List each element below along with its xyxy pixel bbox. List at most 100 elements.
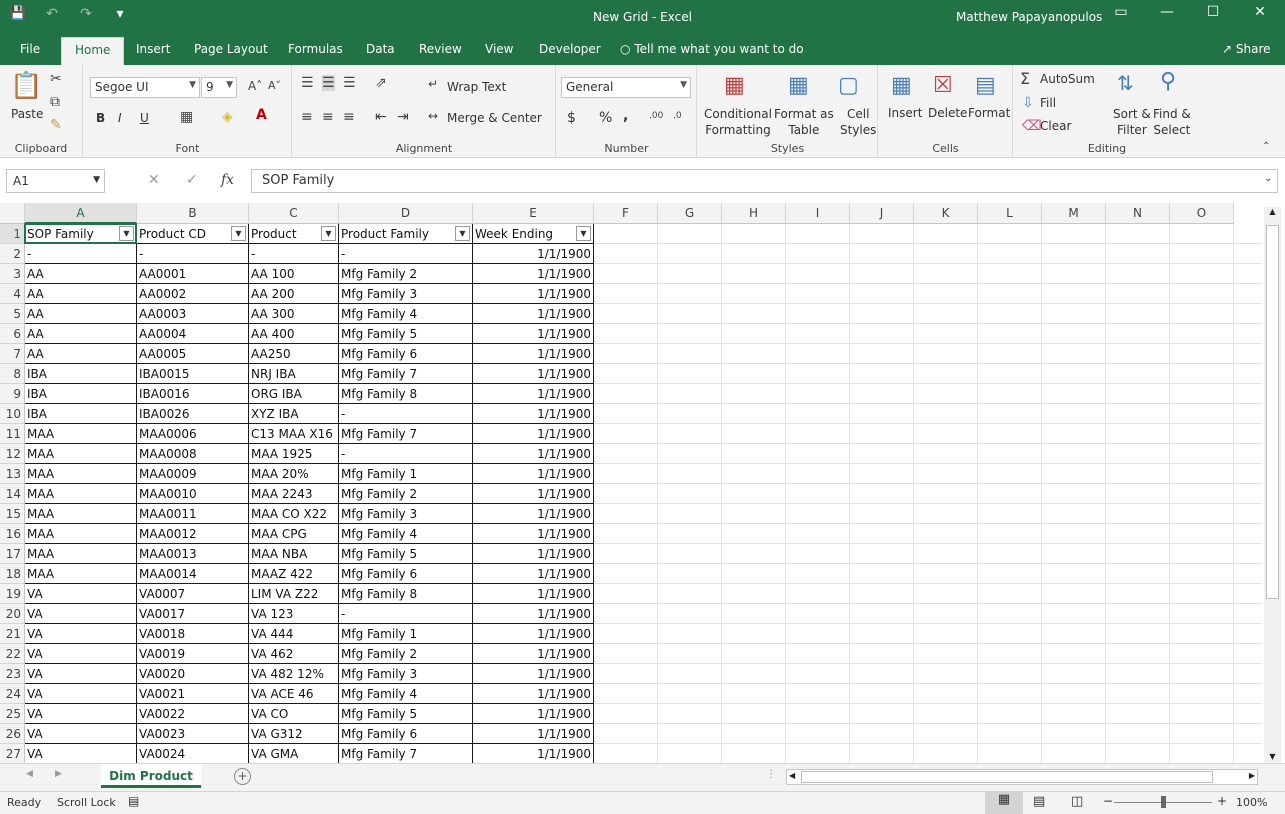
table-cell[interactable]: MAA CO X22: [249, 504, 339, 524]
table-cell[interactable]: VA0023: [137, 724, 249, 744]
table-cell[interactable]: MAA: [25, 544, 137, 564]
table-cell[interactable]: AA: [25, 284, 137, 304]
table-cell[interactable]: 1/1/1900: [473, 564, 594, 584]
table-cell[interactable]: Mfg Family 3: [339, 284, 473, 304]
column-header-a[interactable]: A: [25, 203, 137, 224]
table-cell[interactable]: 1/1/1900: [473, 704, 594, 724]
row-header[interactable]: 23: [0, 664, 25, 684]
table-cell[interactable]: XYZ IBA: [249, 404, 339, 424]
table-cell[interactable]: AA0002: [137, 284, 249, 304]
column-header-o[interactable]: O: [1170, 203, 1234, 224]
tell-me-box[interactable]: ○ Tell me what you want to do: [620, 42, 804, 56]
table-cell[interactable]: VA: [25, 744, 137, 763]
table-cell[interactable]: VA0018: [137, 624, 249, 644]
expand-formula-bar-icon[interactable]: ⌄: [1264, 173, 1272, 184]
table-cell[interactable]: 1/1/1900: [473, 584, 594, 604]
table-cell[interactable]: 1/1/1900: [473, 304, 594, 324]
row-header[interactable]: 8: [0, 364, 25, 384]
table-cell[interactable]: LIM VA Z22: [249, 584, 339, 604]
tab-formulas[interactable]: Formulas: [288, 42, 343, 56]
table-cell[interactable]: AA: [25, 304, 137, 324]
table-cell[interactable]: -: [25, 244, 137, 264]
percent-button[interactable]: %: [599, 110, 612, 126]
table-cell[interactable]: AA: [25, 264, 137, 284]
tab-page-layout[interactable]: Page Layout: [194, 42, 268, 56]
minimize-button[interactable]: —: [1152, 4, 1182, 20]
vertical-scroll-thumb[interactable]: [1266, 225, 1279, 599]
table-cell[interactable]: Mfg Family 1: [339, 464, 473, 484]
table-cell[interactable]: C13 MAA X16: [249, 424, 339, 444]
row-header[interactable]: 14: [0, 484, 25, 504]
horizontal-scroll-thumb[interactable]: [801, 771, 1213, 783]
clear-button[interactable]: Clear: [1040, 119, 1071, 133]
sheet-tab-dim-product[interactable]: Dim Product: [101, 764, 201, 788]
format-as-table-button[interactable]: Format as Table: [774, 106, 834, 138]
table-cell[interactable]: 1/1/1900: [473, 344, 594, 364]
paste-button[interactable]: Paste: [11, 107, 43, 121]
table-header-cell[interactable]: Product ▼: [249, 224, 339, 244]
row-header[interactable]: 19: [0, 584, 25, 604]
tab-review[interactable]: Review: [419, 42, 462, 56]
column-header-d[interactable]: D: [339, 203, 473, 224]
table-cell[interactable]: IBA0015: [137, 364, 249, 384]
table-cell[interactable]: IBA0026: [137, 404, 249, 424]
table-cell[interactable]: VA 482 12%: [249, 664, 339, 684]
table-cell[interactable]: MAA0013: [137, 544, 249, 564]
table-cell[interactable]: -: [339, 444, 473, 464]
table-cell[interactable]: MAA: [25, 524, 137, 544]
column-header-j[interactable]: J: [850, 203, 914, 224]
column-header-h[interactable]: H: [722, 203, 786, 224]
font-size-select[interactable]: 9 ▼: [201, 77, 237, 98]
table-cell[interactable]: 1/1/1900: [473, 664, 594, 684]
enter-formula-icon[interactable]: ✓: [186, 172, 198, 188]
currency-button[interactable]: $: [567, 110, 576, 126]
collapse-ribbon-icon[interactable]: ⌃: [1262, 141, 1270, 152]
table-cell[interactable]: MAA 20%: [249, 464, 339, 484]
row-header[interactable]: 21: [0, 624, 25, 644]
copy-icon[interactable]: ⧉: [50, 94, 60, 110]
table-cell[interactable]: 1/1/1900: [473, 504, 594, 524]
table-cell[interactable]: -: [249, 244, 339, 264]
table-cell[interactable]: ORG IBA: [249, 384, 339, 404]
orientation-icon[interactable]: ⇗: [375, 75, 387, 91]
row-header[interactable]: 25: [0, 704, 25, 724]
table-cell[interactable]: IBA: [25, 404, 137, 424]
row-header[interactable]: 18: [0, 564, 25, 584]
row-header[interactable]: 1: [0, 224, 25, 244]
table-cell[interactable]: VA G312: [249, 724, 339, 744]
table-cell[interactable]: VA: [25, 644, 137, 664]
comma-button[interactable]: ,: [623, 108, 628, 124]
column-header-f[interactable]: F: [594, 203, 658, 224]
table-cell[interactable]: 1/1/1900: [473, 544, 594, 564]
filter-dropdown-icon[interactable]: ▼: [455, 226, 470, 241]
row-header[interactable]: 5: [0, 304, 25, 324]
table-cell[interactable]: Mfg Family 5: [339, 324, 473, 344]
table-cell[interactable]: IBA: [25, 364, 137, 384]
table-cell[interactable]: MAA0014: [137, 564, 249, 584]
tab-file[interactable]: File: [20, 42, 40, 56]
cell-styles-button[interactable]: Cell Styles: [840, 106, 876, 138]
table-cell[interactable]: 1/1/1900: [473, 464, 594, 484]
table-cell[interactable]: AA 400: [249, 324, 339, 344]
table-cell[interactable]: VA GMA: [249, 744, 339, 763]
fill-button[interactable]: Fill: [1040, 96, 1056, 110]
table-cell[interactable]: Mfg Family 3: [339, 504, 473, 524]
filter-dropdown-icon[interactable]: ▼: [576, 226, 591, 241]
align-right-icon[interactable]: ≡: [343, 109, 355, 125]
row-header[interactable]: 6: [0, 324, 25, 344]
column-header-k[interactable]: K: [914, 203, 978, 224]
table-cell[interactable]: VA 123: [249, 604, 339, 624]
table-cell[interactable]: MAA NBA: [249, 544, 339, 564]
table-cell[interactable]: Mfg Family 4: [339, 524, 473, 544]
zoom-in-icon[interactable]: +: [1217, 794, 1227, 808]
table-cell[interactable]: 1/1/1900: [473, 484, 594, 504]
insert-cells-button[interactable]: Insert: [888, 106, 922, 120]
table-cell[interactable]: Mfg Family 6: [339, 344, 473, 364]
table-cell[interactable]: VA0021: [137, 684, 249, 704]
table-cell[interactable]: 1/1/1900: [473, 244, 594, 264]
decrease-decimal-icon[interactable]: .0: [673, 111, 682, 121]
new-sheet-icon[interactable]: +: [234, 768, 251, 785]
delete-cells-button[interactable]: Delete: [928, 106, 967, 120]
table-cell[interactable]: 1/1/1900: [473, 644, 594, 664]
table-cell[interactable]: AA0005: [137, 344, 249, 364]
